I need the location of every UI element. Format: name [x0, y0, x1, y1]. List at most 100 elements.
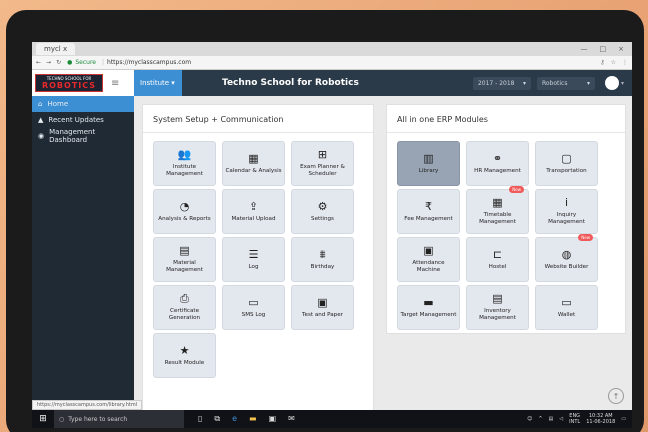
- tile-label: Calendar & Analysis: [225, 167, 282, 174]
- sidebar-item-label: Home: [47, 100, 69, 108]
- tile-calendar-analysis[interactable]: ▦ Calendar & Analysis: [222, 141, 285, 186]
- mail-icon[interactable]: ✉: [288, 414, 295, 424]
- tile-target-management[interactable]: ▬ Target Management: [397, 285, 460, 330]
- volume-icon[interactable]: ◁: [559, 416, 563, 422]
- tile-settings[interactable]: ⚙ Settings: [291, 189, 354, 234]
- taskbar-search-placeholder: Type here to search: [68, 415, 128, 423]
- tile-material-upload[interactable]: ⇪ Material Upload: [222, 189, 285, 234]
- gears-icon: ⚙: [317, 199, 328, 213]
- users-icon: 👥: [177, 148, 192, 161]
- tile-material-management[interactable]: ▤ Material Management: [153, 237, 216, 282]
- setup-panel-title: System Setup + Communication: [143, 105, 373, 133]
- tile-inquiry-management[interactable]: i Inquiry Management: [535, 189, 598, 234]
- new-badge: New: [509, 186, 524, 193]
- sidebar-item-home[interactable]: ⌂ Home: [32, 96, 134, 112]
- tile-analysis-reports[interactable]: ◔ Analysis & Reports: [153, 189, 216, 234]
- tile-inventory-management[interactable]: ▤ Inventory Management: [466, 285, 529, 330]
- bell-icon: ▲: [38, 116, 44, 124]
- school-name: Techno School for Robotics: [222, 78, 359, 88]
- tile-label: Library: [418, 167, 439, 174]
- tile-library[interactable]: ▥ Library: [397, 141, 460, 186]
- avatar[interactable]: [604, 76, 619, 90]
- calendar-plus-icon: ⊞: [317, 148, 328, 161]
- year-select-value: 2017 - 2018: [477, 79, 515, 87]
- tile-label: Result Module: [164, 359, 205, 366]
- bus-icon: ▢: [561, 151, 572, 165]
- tile-label: Inquiry Management: [548, 212, 585, 225]
- tile-test-and-paper[interactable]: ▣ Test and Paper: [291, 285, 354, 330]
- star-bookmark-icon[interactable]: ☆: [611, 59, 616, 66]
- branch-select[interactable]: Robotics ▾: [536, 76, 595, 90]
- task-view-icon[interactable]: ⧉: [214, 414, 220, 424]
- year-select[interactable]: 2017 - 2018 ▾: [472, 76, 531, 90]
- taskbar: ⊞ ○ Type here to search ▯ ⧉ e ▬ ▣ ✉ ☺ ^ …: [32, 410, 632, 428]
- tile-label: Wallet: [557, 311, 576, 318]
- wallet-icon: ▭: [561, 295, 572, 309]
- attendance-icon: ▣: [423, 244, 434, 257]
- tile-fee-management[interactable]: ₹ Fee Management: [397, 189, 460, 234]
- notifications-icon[interactable]: ▭: [621, 416, 626, 422]
- tile-log[interactable]: ☰ Log: [222, 237, 285, 282]
- erp-panel-title: All in one ERP Modules: [387, 105, 625, 133]
- people-icon[interactable]: ☺: [527, 416, 532, 422]
- new-badge: New: [578, 234, 593, 241]
- sidebar-item-recent-updates[interactable]: ▲ Recent Updates: [32, 112, 134, 128]
- institute-dropdown[interactable]: Institute ▾: [134, 70, 182, 96]
- sidebar-item-management-dashboard[interactable]: ◉ Management Dashboard: [32, 128, 134, 144]
- tile-result-module[interactable]: ★ Result Module: [153, 333, 216, 378]
- chevron-down-icon: ▾: [586, 79, 590, 87]
- screen: mycl x — □ × ← → ↻ ● Secure | https://my…: [32, 42, 632, 428]
- scroll-to-top-icon[interactable]: ↑: [608, 388, 624, 404]
- clock[interactable]: 10:32 AM 11-06-2018: [586, 413, 615, 425]
- taskbar-apps: ▯ ⧉ e ▬ ▣ ✉: [198, 414, 295, 424]
- tray-up-icon[interactable]: ^: [538, 416, 542, 422]
- store-icon[interactable]: ▣: [269, 414, 277, 424]
- tile-exam-planner-scheduler[interactable]: ⊞ Exam Planner & Scheduler: [291, 141, 354, 186]
- upload-icon: ⇪: [248, 199, 259, 213]
- close-icon[interactable]: ×: [618, 45, 624, 53]
- pie-chart-icon: ◔: [179, 199, 190, 213]
- taskbar-search[interactable]: ○ Type here to search: [54, 410, 184, 428]
- menu-dots-icon[interactable]: ⋮: [622, 59, 628, 66]
- tile-birthday[interactable]: ⩩ Birthday: [291, 237, 354, 282]
- tile-label: Log: [248, 263, 259, 270]
- laptop-bezel: mycl x — □ × ← → ↻ ● Secure | https://my…: [6, 10, 644, 432]
- logo[interactable]: TECHNO SCHOOL FOR ROBOTICS: [35, 74, 103, 92]
- microphone-icon[interactable]: ▯: [198, 414, 202, 424]
- url-field[interactable]: https://myclasscampus.com: [107, 59, 191, 66]
- tile-label: Exam Planner & Scheduler: [300, 164, 345, 177]
- tile-label: Institute Management: [166, 164, 203, 177]
- tile-label: Fee Management: [404, 215, 453, 222]
- tile-label: Transportation: [546, 167, 587, 174]
- windows-start-icon[interactable]: ⊞: [32, 414, 54, 424]
- maximize-icon[interactable]: □: [600, 45, 607, 53]
- forward-icon[interactable]: →: [46, 59, 51, 66]
- info-icon: i: [564, 196, 569, 209]
- browser-tab[interactable]: mycl x: [36, 43, 76, 55]
- tab-title: mycl x: [44, 45, 68, 53]
- tile-transportation[interactable]: ▢ Transportation: [535, 141, 598, 186]
- language-indicator[interactable]: ENG INTL: [569, 413, 580, 425]
- tile-institute-management[interactable]: 👥 Institute Management: [153, 141, 216, 186]
- tile-hostel[interactable]: ⊏ Hostel: [466, 237, 529, 282]
- edge-icon[interactable]: e: [232, 414, 237, 424]
- minimize-icon[interactable]: —: [581, 45, 588, 53]
- key-icon[interactable]: ⚷: [600, 59, 604, 66]
- folder-icon[interactable]: ▬: [249, 414, 257, 424]
- network-icon[interactable]: ▤: [549, 416, 554, 422]
- chevron-down-icon[interactable]: ▾: [621, 80, 624, 87]
- tile-timetable-management[interactable]: ▦ Timetable Management New: [466, 186, 529, 234]
- log-icon: ☰: [248, 247, 259, 261]
- tile-certificate-generation[interactable]: ⎙ Certificate Generation: [153, 285, 216, 330]
- tile-hr-management[interactable]: ⚭ HR Management: [466, 141, 529, 186]
- rupee-icon: ₹: [425, 199, 432, 213]
- hamburger-icon[interactable]: ≡: [111, 78, 119, 89]
- tile-wallet[interactable]: ▭ Wallet: [535, 285, 598, 330]
- tile-website-builder[interactable]: ◍ Website Builder New: [535, 234, 598, 282]
- tile-attendance-machine[interactable]: ▣ Attendance Machine: [397, 237, 460, 282]
- tile-sms-log[interactable]: ▭ SMS Log: [222, 285, 285, 330]
- tile-label: Timetable Management: [479, 212, 516, 225]
- back-icon[interactable]: ←: [36, 59, 41, 66]
- reload-icon[interactable]: ↻: [56, 59, 61, 66]
- window-controls: — □ ×: [581, 45, 633, 53]
